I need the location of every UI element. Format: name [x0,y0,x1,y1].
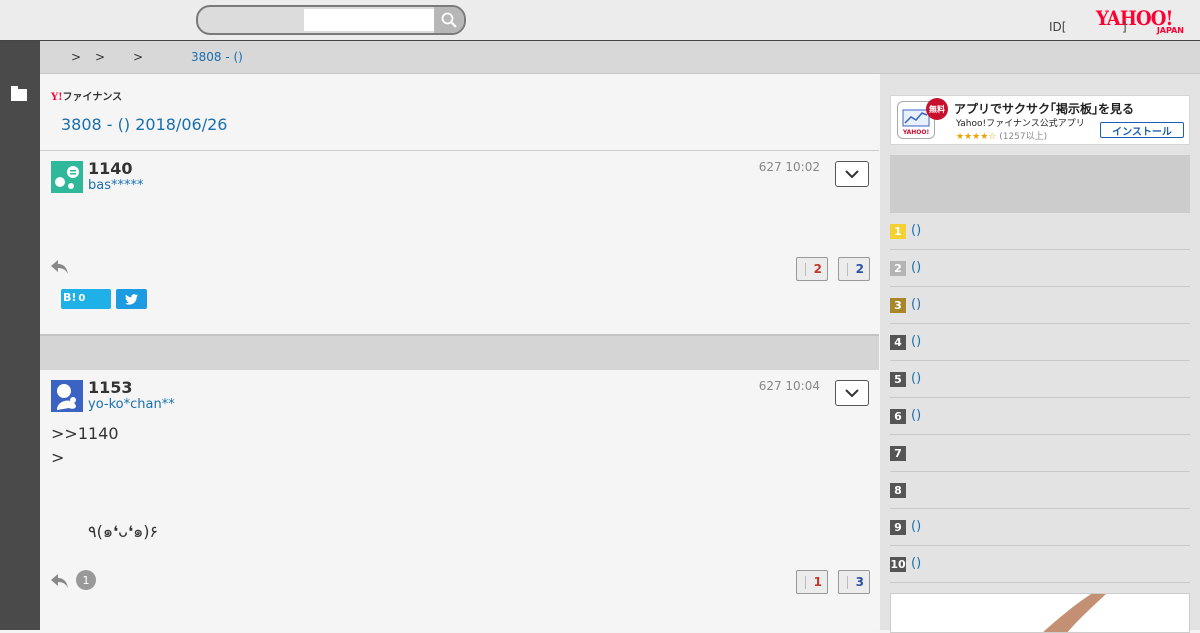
app-rating: ★★★★☆ (1257以上) [956,129,1047,142]
rating-stars: ★★★★☆ [956,132,997,142]
rank-number: 7 [890,446,906,461]
good-button[interactable]: 2 [796,257,828,281]
bad-button[interactable]: 3 [838,570,870,594]
reply-button[interactable] [51,573,69,588]
search-box [196,5,466,35]
rank-label[interactable]: () [911,260,921,275]
good-button[interactable]: 1 [796,570,828,594]
reply-icon [51,574,68,588]
rank-number: 8 [890,483,906,498]
avatar[interactable] [51,380,83,412]
ranking-item[interactable]: 8 [890,472,1190,509]
install-button[interactable]: インストール [1100,122,1184,138]
rank-number: 1 [890,224,906,239]
twitter-share-button[interactable] [116,289,147,309]
yahoo-logo-word: YAHOO! [1096,6,1173,30]
rank-number: 4 [890,335,906,350]
app-banner[interactable]: YAHOO! 無料 アプリでサクサク｢掲示板｣を見る Yahoo!ファイナンス公… [890,95,1190,145]
rank-number: 3 [890,298,906,313]
ranking-item[interactable]: 1 () [890,213,1190,250]
post-body-line: >>1140 [51,424,119,443]
hatena-label: B! [63,291,77,304]
post-item: 1153 yo-ko*chan** 627 10:04 >>1140 > ٩(๑… [40,370,879,630]
page-title: 3808 - () 2018/06/26 [61,115,228,134]
ranking-item[interactable]: 3 () [890,287,1190,324]
post-date: 627 10:04 [758,379,820,393]
finance-logo[interactable]: Y!ファイナンス [51,88,122,103]
post-menu-button[interactable] [835,161,869,187]
rank-number: 6 [890,409,906,424]
reply-count-badge[interactable]: 1 [76,570,96,590]
finance-logo-y: Y! [51,92,63,103]
yahoo-logo[interactable]: YAHOO! JAPAN ] [1096,8,1188,38]
chevron-down-icon [845,389,859,397]
breadcrumb: > > > 3808 - () [40,41,1200,74]
hatena-count: 0 [78,293,86,304]
left-rail [0,41,40,630]
twitter-icon [125,293,138,305]
search-input[interactable] [304,9,434,31]
ranking-item[interactable]: 6 () [890,398,1190,435]
post-user[interactable]: bas***** [88,178,144,193]
ranking-item[interactable]: 10 () [890,546,1190,583]
ranking-item[interactable]: 7 [890,435,1190,472]
rank-label[interactable]: () [911,297,921,312]
chevron-down-icon [845,170,859,178]
sidebar: YAHOO! 無料 アプリでサクサク｢掲示板｣を見る Yahoo!ファイナンス公… [880,74,1200,633]
sidebar-image[interactable] [890,593,1190,633]
login-text: ID[ [1049,20,1067,34]
app-banner-subtitle: Yahoo!ファイナンス公式アプリ [956,119,1085,129]
breadcrumb-sep: > [95,50,106,64]
rank-label[interactable]: () [911,408,921,423]
post-item: 1140 bas***** 627 10:02 2 2 B! 0 [40,150,879,334]
post-body-line: ٩(๑❛ᴗ❛๑)۶ [88,522,159,541]
reply-icon [51,260,68,274]
post-body-line: > [51,448,65,467]
post-separator [40,334,879,370]
avatar-icon [51,161,83,193]
search-button[interactable] [434,7,464,33]
yahoo-logo-sub: JAPAN [1156,26,1184,35]
svg-text:YAHOO!: YAHOO! [902,129,929,136]
rank-label[interactable]: () [911,519,921,534]
post-number[interactable]: 1140 [88,159,133,178]
free-badge: 無料 [926,98,948,120]
rank-number: 5 [890,372,906,387]
ranking-item[interactable]: 5 () [890,361,1190,398]
reply-button[interactable] [51,259,69,274]
avatar-icon [51,380,83,412]
rank-label[interactable]: () [911,556,921,571]
breadcrumb-sep: > [133,50,144,64]
rank-label[interactable]: () [911,223,921,238]
rank-number: 10 [890,557,906,572]
post-date: 627 10:02 [758,160,820,174]
avatar[interactable] [51,161,83,193]
post-menu-button[interactable] [835,380,869,406]
rating-count: (1257以上) [999,132,1048,142]
ad-placeholder [890,155,1190,213]
rank-number: 2 [890,261,906,276]
post-user[interactable]: yo-ko*chan** [88,397,175,412]
post-number[interactable]: 1153 [88,378,133,397]
hatena-bookmark-button[interactable]: B! 0 [61,289,111,309]
breadcrumb-current[interactable]: 3808 - () [191,50,243,64]
rank-label[interactable]: () [911,371,921,386]
search-icon [441,12,457,28]
ranking-item[interactable]: 9 () [890,509,1190,546]
breadcrumb-sep: > [71,50,82,64]
app-banner-title: アプリでサクサク｢掲示板｣を見る [954,102,1135,116]
top-bar: ID[ YAHOO! JAPAN ] [0,0,1200,41]
rank-label[interactable]: () [911,334,921,349]
rank-number: 9 [890,520,906,535]
folder-icon[interactable] [11,86,27,101]
finance-logo-text: ファイナンス [62,92,123,103]
login-suffix: ] [1122,20,1127,34]
login-link[interactable]: ID[ [1049,20,1066,34]
main-content: Y!ファイナンス 3808 - () 2018/06/26 1140 bas**… [40,74,879,630]
bad-button[interactable]: 2 [838,257,870,281]
ranking-item[interactable]: 4 () [890,324,1190,361]
ranking-item[interactable]: 2 () [890,250,1190,287]
